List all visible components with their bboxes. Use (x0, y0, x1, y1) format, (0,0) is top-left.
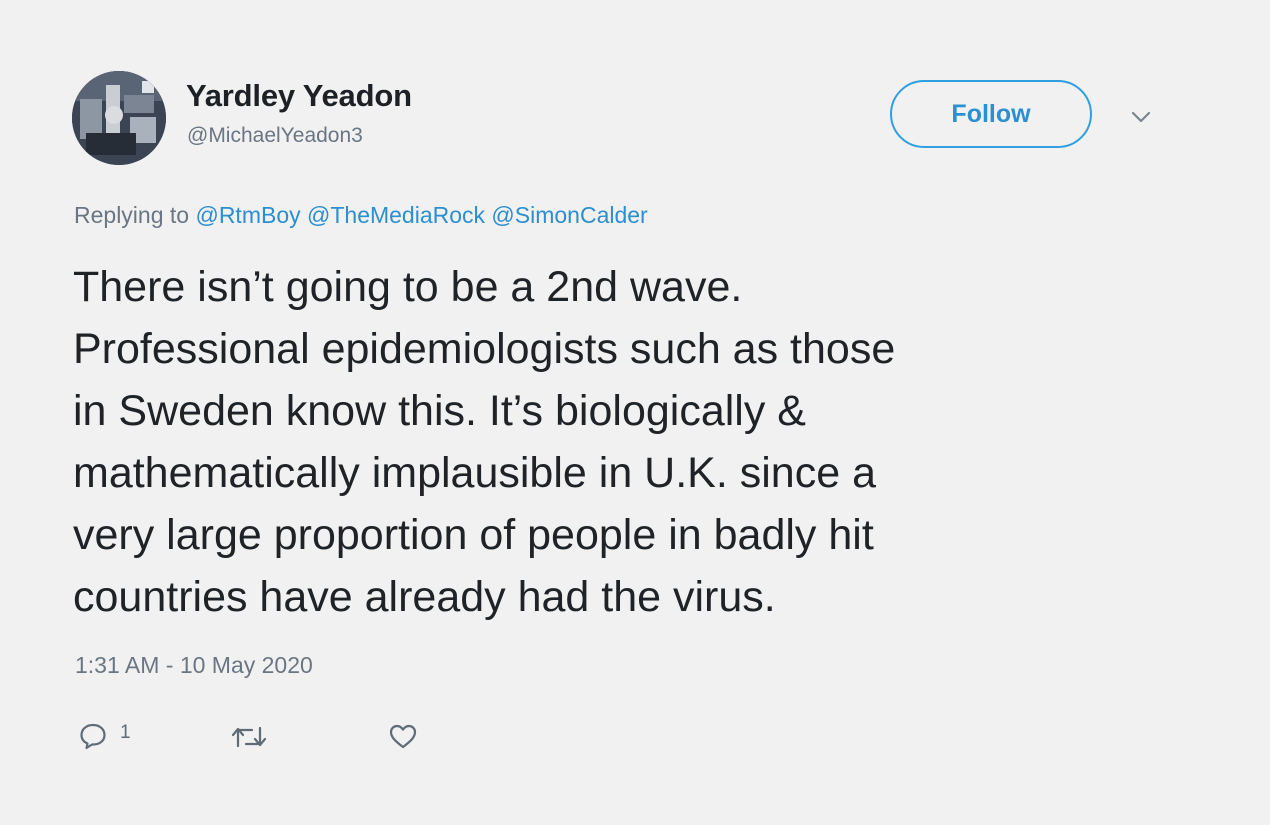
retweet-icon (231, 726, 267, 748)
chevron-down-icon[interactable] (1128, 108, 1154, 126)
heart-icon (389, 724, 417, 749)
reply-prefix: Replying to (74, 202, 190, 228)
timestamp[interactable]: 1:31 AM - 10 May 2020 (75, 652, 313, 679)
avatar[interactable] (72, 71, 166, 165)
reply-context: Replying to @RtmBoy @TheMediaRock @Simon… (74, 202, 648, 229)
user-name[interactable]: Yardley Yeadon (186, 78, 412, 114)
mention-link[interactable]: @SimonCalder (491, 202, 647, 228)
tweet-card: Yardley Yeadon @MichaelYeadon3 Follow Re… (0, 0, 1270, 825)
follow-button[interactable]: Follow (890, 80, 1092, 148)
mention-link[interactable]: @TheMediaRock (307, 202, 485, 228)
tweet-line: mathematically implausible in U.K. since… (73, 449, 876, 497)
reply-bubble-icon (80, 723, 106, 750)
like-button[interactable] (388, 722, 418, 750)
tweet-line: Professional epidemiologists such as tho… (73, 325, 896, 373)
tweet-text: There isn’t going to be a 2nd wave. Prof… (73, 256, 1193, 628)
mention-link[interactable]: @RtmBoy (195, 202, 300, 228)
tweet-line: countries have already had the virus. (73, 573, 776, 621)
user-handle[interactable]: @MichaelYeadon3 (187, 124, 363, 148)
reply-count: 1 (120, 722, 131, 743)
avatar-image (72, 71, 166, 165)
tweet-line: There isn’t going to be a 2nd wave. (73, 263, 743, 311)
tweet-line: in Sweden know this. It’s biologically & (73, 387, 806, 435)
retweet-button[interactable] (230, 724, 268, 750)
reply-button[interactable]: 1 (78, 721, 131, 751)
tweet-line: very large proportion of people in badly… (73, 511, 874, 559)
